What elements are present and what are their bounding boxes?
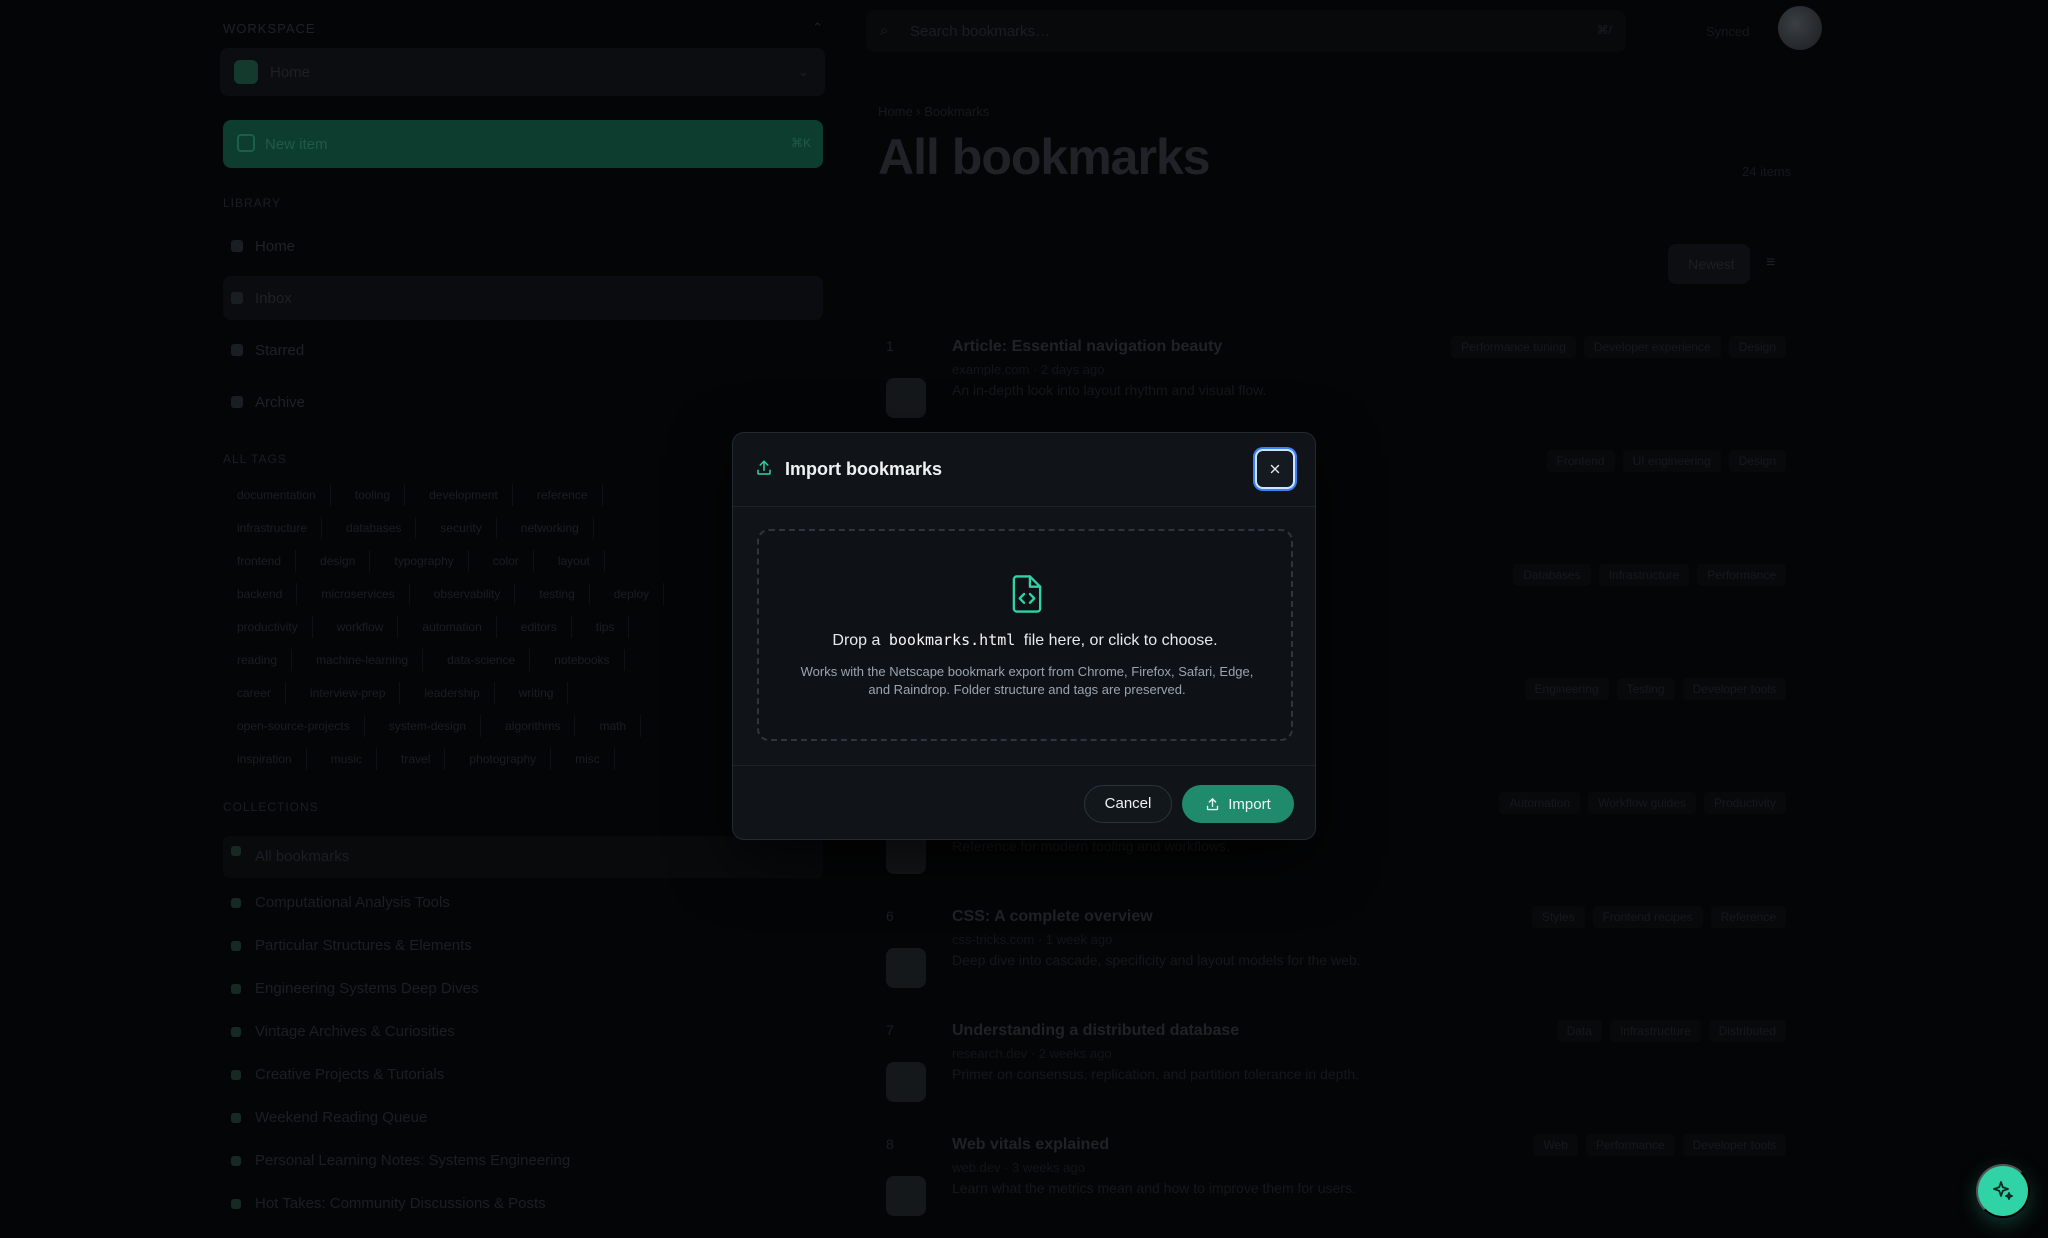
drop-suffix: file here, or click to choose.: [1019, 632, 1217, 649]
import-dialog: Import bookmarks Drop a bookmarks.html f…: [732, 432, 1316, 840]
drop-filename: bookmarks.html: [885, 631, 1019, 649]
close-button[interactable]: [1255, 449, 1295, 489]
dialog-title: Import bookmarks: [785, 459, 942, 480]
upload-icon: [755, 459, 773, 477]
drop-prefix: Drop a: [832, 632, 884, 649]
close-icon: [1268, 462, 1282, 476]
dialog-header: Import bookmarks: [733, 433, 1315, 507]
dropzone-instruction: Drop a bookmarks.html file here, or clic…: [759, 631, 1291, 650]
file-code-icon: [1009, 575, 1045, 613]
ai-assistant-button[interactable]: [1976, 1164, 2030, 1218]
dialog-footer-divider: [733, 765, 1315, 766]
sparkles-icon: [1991, 1179, 2015, 1203]
upload-icon: [1205, 797, 1220, 812]
file-dropzone[interactable]: Drop a bookmarks.html file here, or clic…: [757, 529, 1293, 741]
cancel-button[interactable]: Cancel: [1084, 785, 1172, 823]
import-button[interactable]: Import: [1182, 785, 1294, 823]
import-label: Import: [1228, 796, 1271, 813]
dropzone-hint: Works with the Netscape bookmark export …: [799, 663, 1255, 699]
